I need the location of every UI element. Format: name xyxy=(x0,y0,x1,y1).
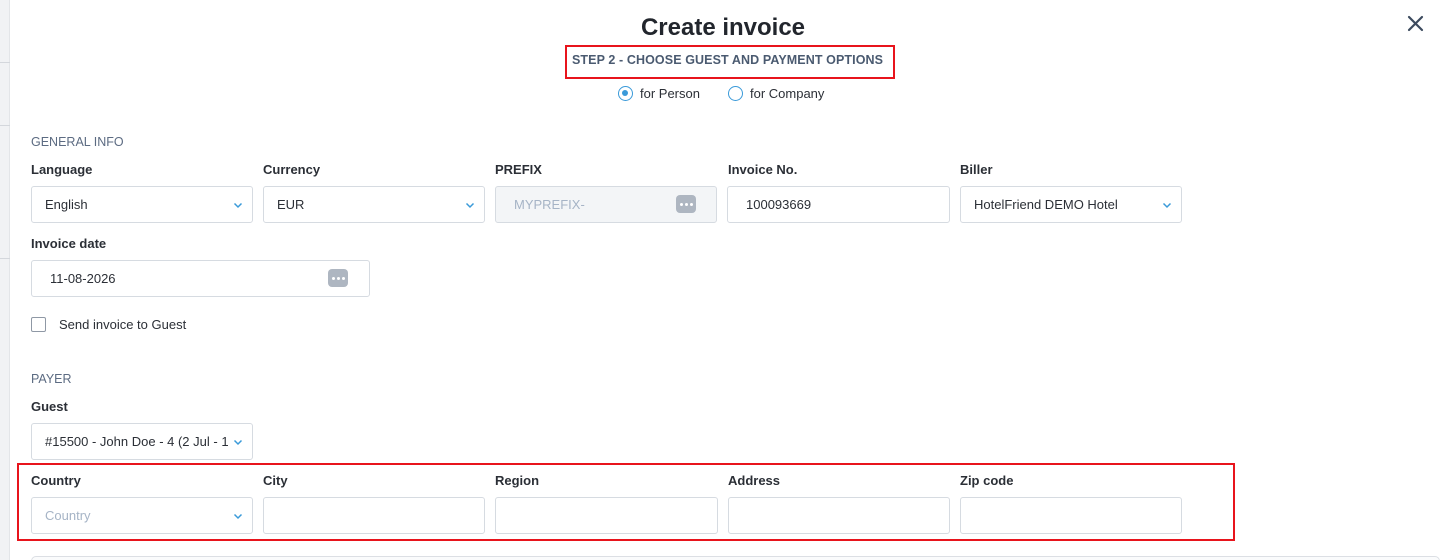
biller-select[interactable]: HotelFriend DEMO Hotel xyxy=(960,186,1182,223)
radio-for-person-label: for Person xyxy=(640,86,700,101)
radio-for-person[interactable]: for Person xyxy=(618,86,700,101)
address-label: Address xyxy=(728,473,781,488)
send-invoice-checkbox[interactable] xyxy=(31,317,46,332)
language-label: Language xyxy=(31,162,93,177)
section-general-info: GENERAL INFO xyxy=(31,135,124,149)
city-label: City xyxy=(263,473,288,488)
currency-label: Currency xyxy=(263,162,321,177)
currency-select[interactable]: EUR xyxy=(263,186,485,223)
next-section-edge xyxy=(31,556,1440,560)
prefix-input[interactable]: MYPREFIX- xyxy=(495,186,717,223)
guest-select[interactable]: #15500 - John Doe - 4 (2 Jul - 1 xyxy=(31,423,253,460)
radio-for-company[interactable]: for Company xyxy=(727,86,825,101)
guest-value: #15500 - John Doe - 4 (2 Jul - 1 xyxy=(45,434,229,449)
close-button[interactable] xyxy=(1405,13,1427,35)
section-payer: PAYER xyxy=(31,372,72,386)
radio-selected-icon[interactable] xyxy=(618,86,633,101)
zip-code-label: Zip code xyxy=(960,473,1014,488)
guest-label: Guest xyxy=(31,399,68,414)
more-options-icon[interactable] xyxy=(676,195,696,213)
country-label: Country xyxy=(31,473,81,488)
date-picker-icon[interactable] xyxy=(328,269,348,287)
invoice-date-value: 11-08-2026 xyxy=(50,271,116,286)
modal-title: Create invoice xyxy=(640,14,806,41)
invoice-type-radio-group: for Person for Company xyxy=(618,86,824,101)
chevron-down-icon xyxy=(233,202,243,209)
biller-value: HotelFriend DEMO Hotel xyxy=(974,197,1118,212)
step-highlight-box xyxy=(565,45,895,79)
invoice-no-value: 100093669 xyxy=(746,197,812,212)
currency-value: EUR xyxy=(277,197,305,212)
region-label: Region xyxy=(495,473,540,488)
region-input[interactable] xyxy=(495,497,718,534)
biller-label: Biller xyxy=(960,162,993,177)
left-panel-edge xyxy=(0,0,10,560)
prefix-placeholder: MYPREFIX- xyxy=(514,197,585,212)
city-input[interactable] xyxy=(263,497,485,534)
invoice-no-label: Invoice No. xyxy=(728,162,798,177)
close-icon xyxy=(1407,15,1424,32)
country-select[interactable]: Country xyxy=(31,497,253,534)
invoice-no-input[interactable]: 100093669 xyxy=(727,186,950,223)
invoice-date-label: Invoice date xyxy=(31,236,107,251)
radio-for-company-label: for Company xyxy=(749,86,825,101)
prefix-label: PREFIX xyxy=(495,162,542,177)
chevron-down-icon xyxy=(465,202,475,209)
language-select[interactable]: English xyxy=(31,186,253,223)
chevron-down-icon xyxy=(233,513,243,520)
invoice-date-input[interactable]: 11-08-2026 xyxy=(31,260,370,297)
zip-code-input[interactable] xyxy=(960,497,1182,534)
send-invoice-row: Send invoice to Guest xyxy=(31,317,186,332)
chevron-down-icon xyxy=(233,439,243,446)
radio-unselected-icon[interactable] xyxy=(727,86,743,101)
language-value: English xyxy=(45,197,88,212)
country-placeholder: Country xyxy=(45,508,91,523)
chevron-down-icon xyxy=(1162,202,1172,209)
send-invoice-label: Send invoice to Guest xyxy=(59,317,187,332)
address-input[interactable] xyxy=(728,497,950,534)
